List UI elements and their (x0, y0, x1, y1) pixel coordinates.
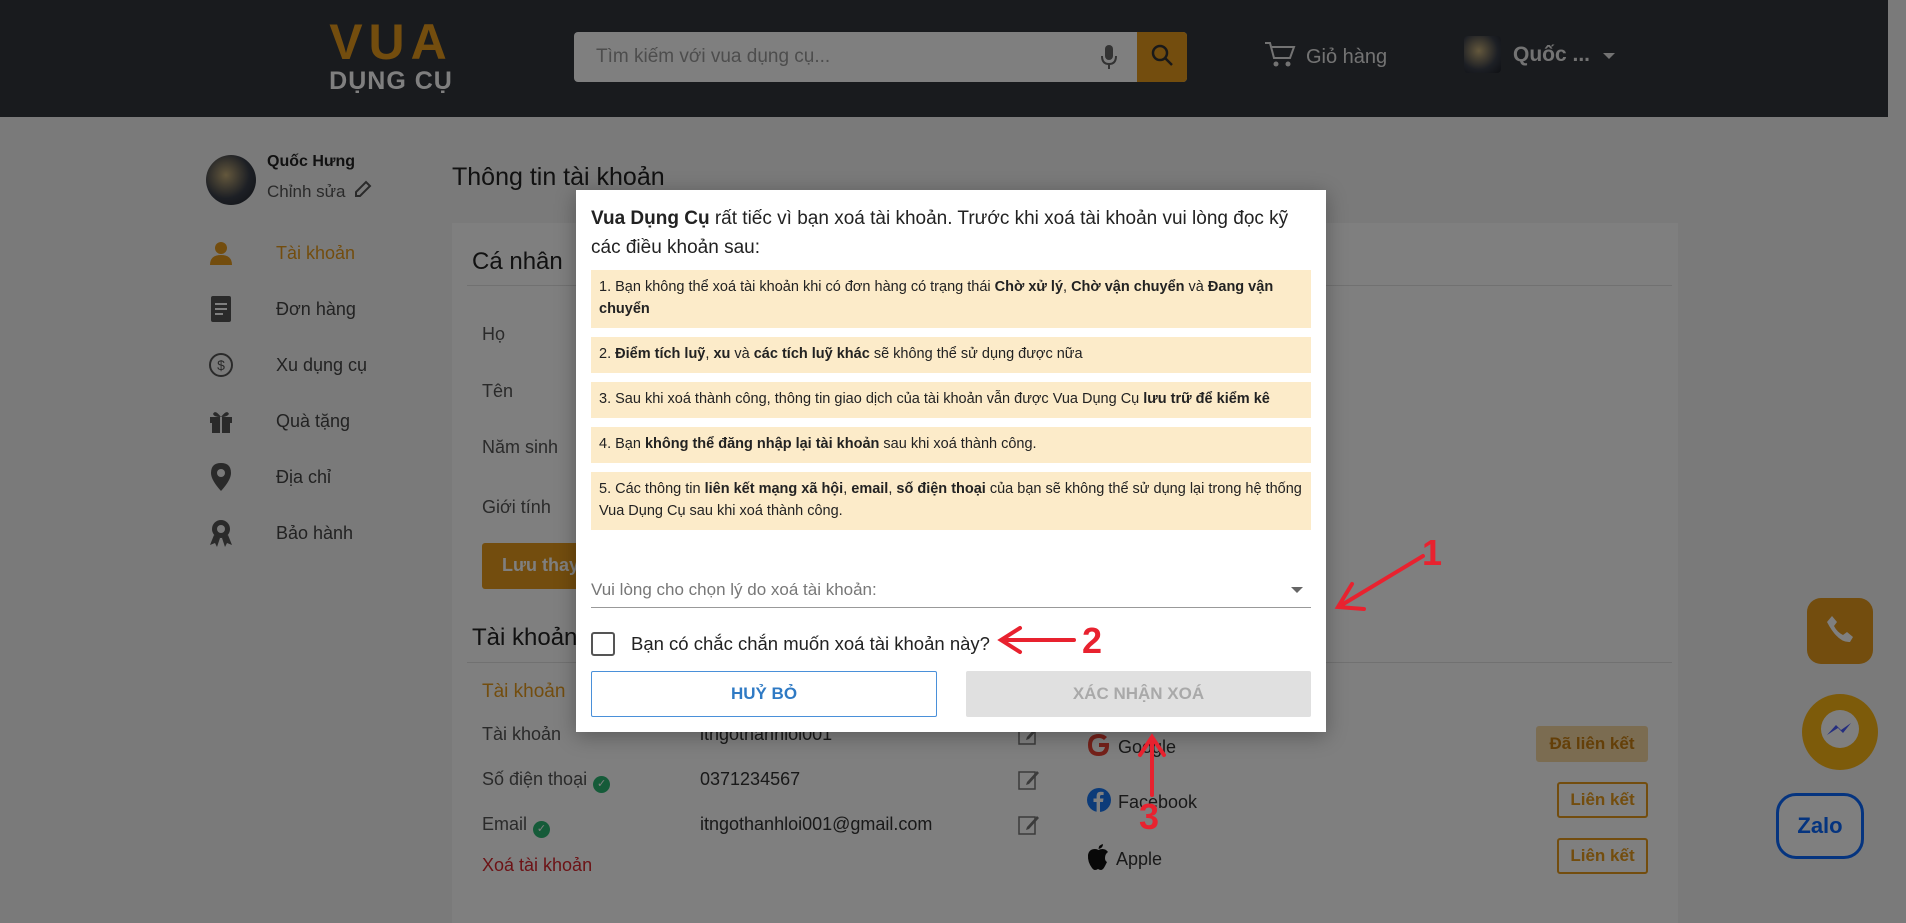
confirm-delete-label[interactable]: Bạn có chắc chắn muốn xoá tài khoản này? (631, 633, 990, 655)
reason-placeholder: Vui lòng cho chọn lý do xoá tài khoản: (591, 580, 877, 599)
term-text: 4. Bạn (599, 436, 645, 452)
annotation-number-1: 1 (1422, 532, 1443, 573)
term-bold: lưu trữ để kiểm kê (1143, 391, 1270, 407)
term-item: 3. Sau khi xoá thành công, thông tin gia… (591, 382, 1311, 418)
dialog-intro: Vua Dụng Cụ rất tiếc vì bạn xoá tài khoả… (591, 204, 1311, 262)
term-text: và (730, 346, 754, 362)
term-item: 2. Điểm tích luỹ, xu và các tích luỹ khá… (591, 337, 1311, 373)
term-bold: Điểm tích luỹ (615, 346, 706, 362)
brand-name: Vua Dụng Cụ (591, 208, 710, 229)
term-item: 1. Bạn không thể xoá tài khoản khi có đơ… (591, 270, 1311, 328)
delete-account-dialog: Vua Dụng Cụ rất tiếc vì bạn xoá tài khoả… (576, 190, 1326, 732)
reason-select[interactable]: Vui lòng cho chọn lý do xoá tài khoản: (591, 580, 1311, 608)
term-bold: Chờ vận chuyển (1071, 279, 1185, 295)
term-bold: liên kết mạng xã hội (704, 481, 844, 497)
annotation-number-3: 3 (1139, 796, 1160, 837)
term-bold: xu (713, 346, 731, 362)
term-text: và (1184, 279, 1208, 295)
term-text: sẽ không thể sử dụng được nữa (869, 346, 1083, 362)
confirm-delete-checkbox[interactable] (591, 632, 615, 656)
term-bold: Chờ xử lý (994, 279, 1064, 295)
page: VUA DỤNG CỤ Giỏ hàng Quốc ... (0, 0, 1906, 923)
confirm-delete-row: Bạn có chắc chắn muốn xoá tài khoản này? (591, 632, 990, 656)
term-item: 5. Các thông tin liên kết mạng xã hội, e… (591, 472, 1311, 530)
term-text: 3. Sau khi xoá thành công, thông tin gia… (599, 391, 1144, 407)
caret-down-icon (1291, 587, 1303, 593)
term-text: 5. Các thông tin (599, 481, 705, 497)
cancel-button[interactable]: HUỶ BỎ (591, 671, 937, 717)
term-bold: email (851, 481, 889, 497)
confirm-delete-button[interactable]: XÁC NHẬN XOÁ (966, 671, 1311, 717)
term-bold: không thể đăng nhập lại tài khoản (644, 436, 880, 452)
term-text: 1. Bạn không thể xoá tài khoản khi có đơ… (599, 279, 995, 295)
term-text: , (1063, 279, 1072, 295)
term-bold: số điện thoại (896, 481, 986, 497)
annotation-number-2: 2 (1082, 620, 1103, 661)
term-text: sau khi xoá thành công. (879, 436, 1037, 452)
term-text: 2. (599, 346, 616, 362)
term-bold: các tích luỹ khác (753, 346, 870, 362)
term-item: 4. Bạn không thể đăng nhập lại tài khoản… (591, 427, 1311, 463)
